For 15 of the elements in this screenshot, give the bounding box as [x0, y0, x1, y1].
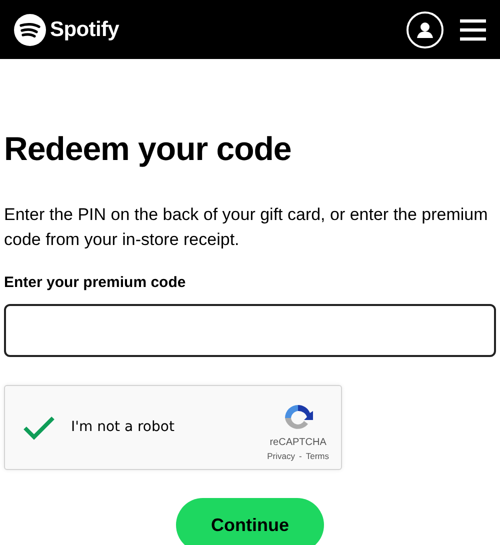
- continue-button[interactable]: Continue: [176, 498, 324, 545]
- link-separator: -: [299, 450, 302, 462]
- brand-name[interactable]: Spotify: [50, 14, 120, 46]
- spotify-logo-icon: [14, 14, 46, 46]
- privacy-link[interactable]: Privacy: [267, 450, 296, 462]
- field-label: Enter your premium code: [4, 272, 187, 293]
- instructions-text: Enter the PIN on the back of your gift card, or enter the premium code from your in-store receipt.: [4, 204, 489, 251]
- captcha-checkbox[interactable]: [23, 414, 55, 441]
- profile-icon[interactable]: [406, 10, 444, 48]
- menu-icon[interactable]: [460, 18, 486, 40]
- terms-link[interactable]: Terms: [306, 450, 329, 462]
- page-title: Redeem your code: [4, 129, 292, 169]
- code-input-field[interactable]: [4, 304, 496, 358]
- recaptcha-text: reCAPTCHA: [270, 436, 326, 450]
- captcha-label: I'm not a robot: [71, 418, 174, 438]
